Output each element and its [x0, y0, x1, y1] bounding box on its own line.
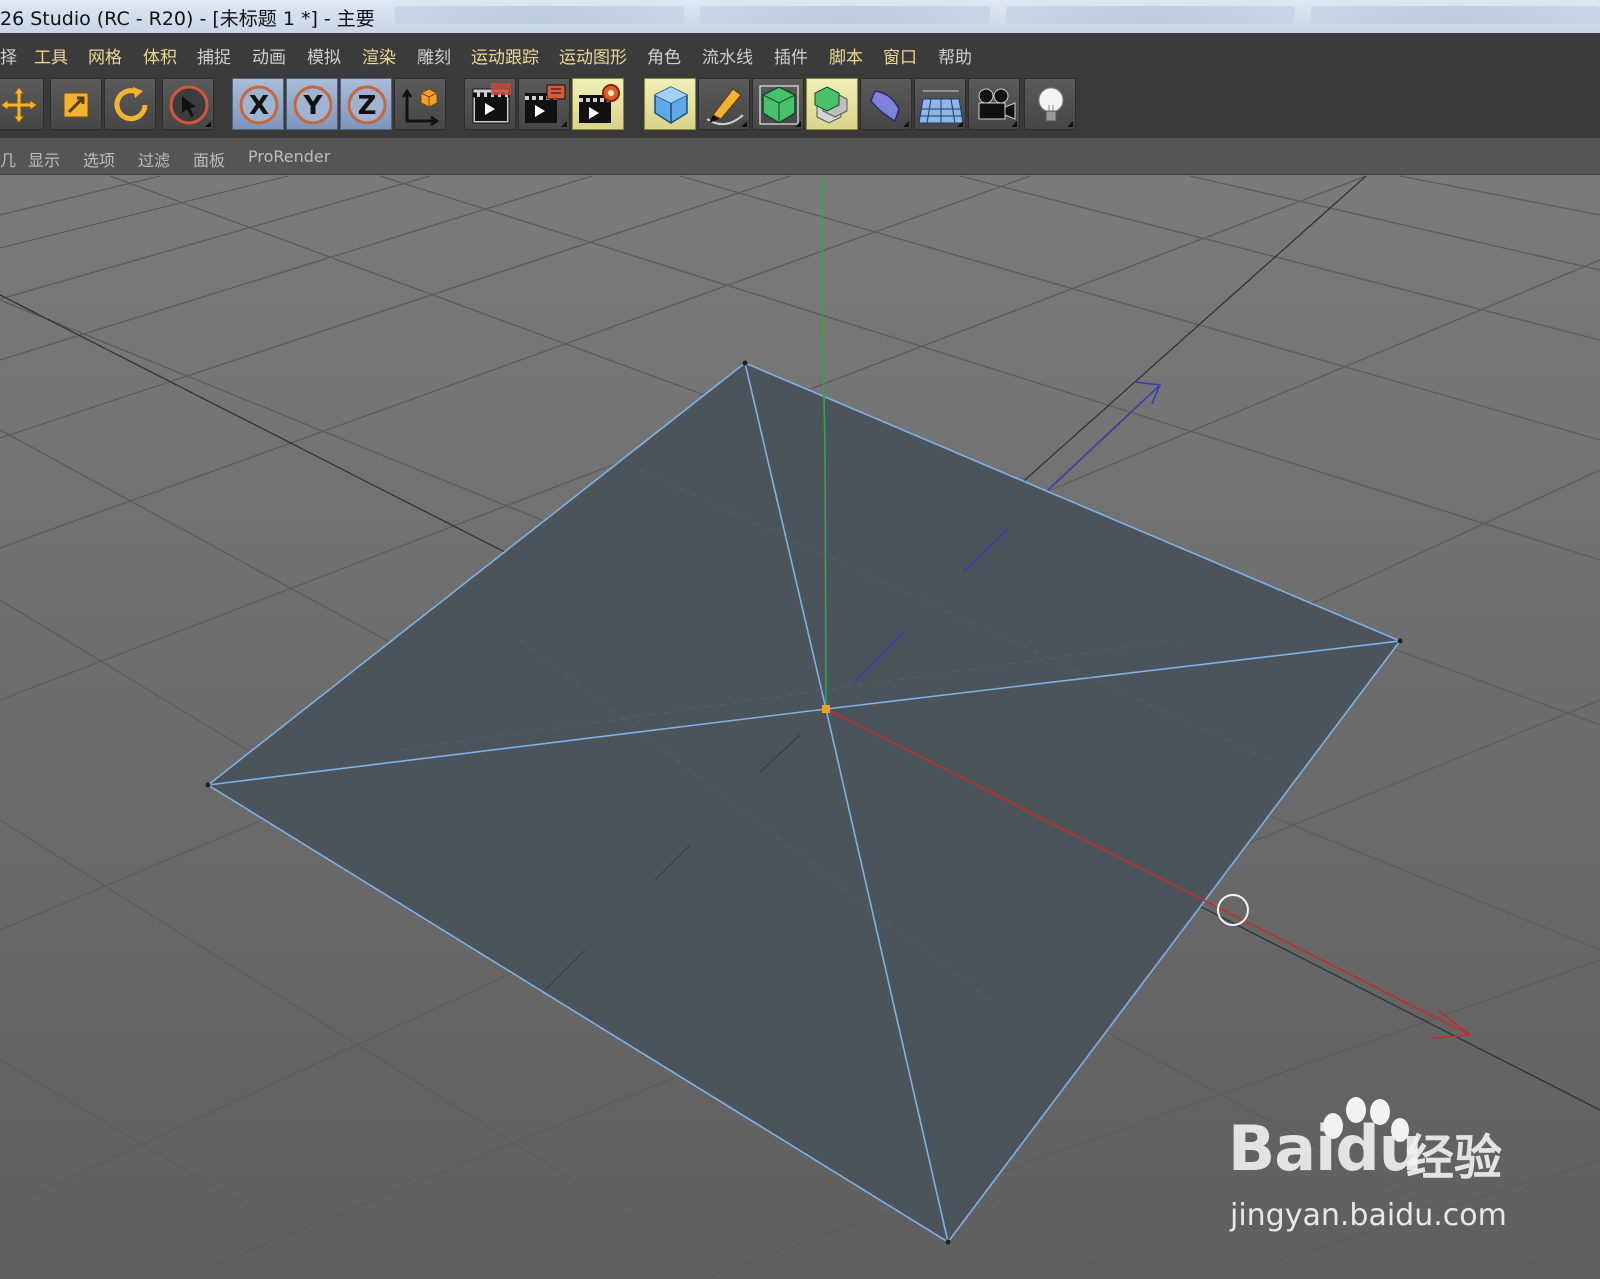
taskbar-tab[interactable]	[1005, 6, 1295, 24]
window-title-bar: 26 Studio (RC - R20) - [未标题 1 *] - 主要	[0, 0, 1600, 33]
cube-icon	[654, 86, 688, 124]
menu-character[interactable]: 角色	[647, 43, 681, 68]
menu-select[interactable]: 择	[0, 43, 17, 68]
plane-polygon[interactable]	[206, 362, 1402, 1244]
menu-simulate[interactable]: 模拟	[307, 43, 341, 68]
plane-object[interactable]	[205, 360, 1403, 1245]
y-axis-lock-icon: Y	[293, 85, 333, 125]
render-settings-icon	[579, 84, 620, 123]
render-to-picture-viewer-button[interactable]	[518, 78, 570, 130]
menu-motion-tracking[interactable]: 运动跟踪	[471, 43, 539, 68]
viewport-menu-prorender[interactable]: ProRender	[248, 147, 330, 166]
scale-tool-button[interactable]	[50, 78, 102, 130]
menu-mesh[interactable]: 网格	[88, 43, 122, 68]
menu-plugins[interactable]: 插件	[774, 43, 808, 68]
menu-script[interactable]: 脚本	[829, 43, 863, 68]
cloner-icon	[814, 86, 848, 124]
tool-menu-indicator	[205, 121, 211, 127]
x-axis-lock-icon: X	[239, 85, 279, 125]
menu-animate[interactable]: 动画	[252, 43, 286, 68]
menu-tools[interactable]: 工具	[34, 43, 68, 68]
jingyan-text: 经验	[1406, 1130, 1503, 1186]
camera-button[interactable]	[968, 78, 1020, 130]
menu-sculpt[interactable]: 雕刻	[417, 43, 451, 68]
rotate-icon	[114, 87, 148, 122]
tool-menu-indicator	[795, 121, 801, 127]
tool-menu-indicator	[1067, 121, 1073, 127]
z-axis-handle[interactable]	[1047, 384, 1161, 491]
window-title: 26 Studio (RC - R20) - [未标题 1 *] - 主要	[0, 8, 375, 30]
z-axis-arrow	[1134, 381, 1162, 405]
x-axis-lock-button[interactable]: X	[232, 78, 284, 130]
scale-icon	[63, 92, 89, 118]
menu-mograph[interactable]: 运动图形	[559, 43, 627, 68]
taskbar-tab[interactable]	[1310, 6, 1600, 24]
object-axis-origin-handle[interactable]	[822, 705, 830, 713]
move-tool-button[interactable]	[0, 78, 44, 130]
viewport-menu-panel[interactable]: 面板	[193, 147, 225, 171]
deformer-button[interactable]	[860, 78, 912, 130]
perspective-viewport[interactable]: Baidu 经验 jingyan.baidu.com	[0, 175, 1600, 1279]
subdivision-surface-button[interactable]	[752, 78, 804, 130]
cube-object-button[interactable]	[644, 78, 696, 130]
viewport-menu-camera[interactable]: 几	[0, 147, 16, 171]
menu-help[interactable]: 帮助	[938, 43, 972, 68]
floor-button[interactable]	[914, 78, 966, 130]
coordinate-system-button[interactable]	[394, 78, 446, 130]
tool-menu-indicator	[957, 121, 963, 127]
z-axis-lock-button[interactable]: Z	[340, 78, 392, 130]
menu-snap[interactable]: 捕捉	[197, 43, 231, 68]
main-toolbar: X Y Z	[0, 74, 1600, 138]
watermark-url: jingyan.baidu.com	[1230, 1198, 1507, 1233]
menu-volume[interactable]: 体积	[143, 43, 177, 68]
viewport-menu-display[interactable]: 显示	[28, 147, 60, 171]
baidu-logo-bai: Bai	[1228, 1112, 1336, 1185]
live-selection-button[interactable]	[162, 78, 214, 130]
cloner-button[interactable]	[806, 78, 858, 130]
pen-spline-button[interactable]	[698, 78, 750, 130]
tool-menu-indicator	[561, 121, 567, 127]
main-menu-bar: 择 工具 网格 体积 捕捉 动画 模拟 渲染 雕刻 运动跟踪 运动图形 角色 流…	[0, 33, 1600, 74]
taskbar-tab[interactable]	[700, 6, 990, 24]
tool-menu-indicator	[903, 121, 909, 127]
light-button[interactable]	[1024, 78, 1076, 130]
taskbar-tab[interactable]	[395, 6, 685, 24]
z-axis-lock-icon: Z	[347, 85, 387, 125]
tool-menu-indicator	[741, 121, 747, 127]
viewport-menu-filter[interactable]: 过滤	[138, 147, 170, 171]
x-axis-label: X	[249, 91, 269, 121]
y-axis-label: Y	[303, 91, 324, 121]
tool-menu-indicator	[1011, 121, 1017, 127]
rotate-tool-button[interactable]	[104, 78, 156, 130]
y-axis-lock-button[interactable]: Y	[286, 78, 338, 130]
menu-render[interactable]: 渲染	[362, 43, 396, 68]
z-axis-label: Z	[358, 91, 377, 121]
render-settings-button[interactable]	[572, 78, 624, 130]
coordinate-system-icon	[401, 88, 440, 127]
render-view-icon	[472, 83, 511, 124]
taskbar-tabs	[395, 6, 1600, 28]
render-view-button[interactable]	[464, 78, 516, 130]
menu-pipeline[interactable]: 流水线	[702, 43, 753, 68]
baidu-jingyan-watermark: Baidu 经验 jingyan.baidu.com	[1228, 1097, 1508, 1242]
viewport-menu-options[interactable]: 选项	[83, 147, 115, 171]
baidu-logo-text: Baidu	[1228, 1112, 1423, 1185]
menu-window[interactable]: 窗口	[883, 43, 917, 68]
viewport-menu-bar: 几 显示 选项 过滤 面板 ProRender	[0, 138, 1600, 175]
move-icon	[0, 86, 38, 124]
